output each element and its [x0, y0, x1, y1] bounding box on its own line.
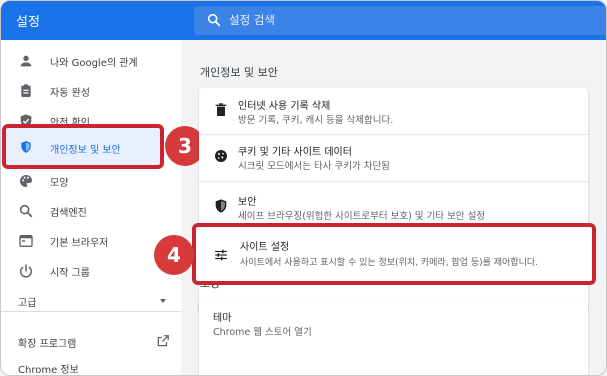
- sidebar-item-label: 자동 완성: [50, 88, 90, 99]
- search-icon: [19, 204, 33, 218]
- search-icon: [207, 13, 221, 27]
- cookie-icon: [215, 150, 227, 162]
- row-title: 쿠키 및 기타 사이트 데이터: [238, 147, 352, 158]
- appearance-card: 테마 Chrome 웹 스토어 열기: [199, 300, 588, 375]
- sidebar-item-search-engine[interactable]: 검색엔진: [1, 196, 181, 226]
- person-icon: [20, 55, 32, 67]
- row-description: Chrome 웹 스토어 열기: [213, 327, 312, 338]
- sidebar-item-label: 모양: [50, 178, 69, 189]
- open-in-new-icon: [157, 335, 169, 347]
- settings-window: 설정 설정 검색 나와 Google의 관계 자동 완성 모양 검색엔진 기본 …: [0, 0, 607, 376]
- sidebar-item-autofill[interactable]: 자동 완성: [1, 76, 181, 106]
- row-title: 보안: [238, 197, 257, 208]
- power-icon: [20, 264, 32, 278]
- sidebar-item-appearance[interactable]: 모양: [1, 166, 181, 196]
- trash-icon: [215, 103, 227, 116]
- step-4-badge: 4: [154, 235, 194, 275]
- row-title: 테마: [213, 313, 232, 324]
- sidebar-item-label: 시작 그룹: [50, 268, 90, 279]
- chevron-down-icon: [160, 299, 166, 303]
- sidebar-item-you-and-google[interactable]: 나와 Google의 관계: [1, 46, 181, 76]
- cookies-row[interactable]: 쿠키 및 기타 사이트 데이터 시크릿 모드에서는 타사 쿠키가 차단됨: [199, 136, 588, 180]
- site-settings-row[interactable]: 사이트 설정 사이트에서 사용하고 표시할 수 있는 정보(위치, 카메라, 팝…: [192, 223, 596, 285]
- search-placeholder: 설정 검색: [229, 13, 275, 27]
- row-title: 사이트 설정: [240, 242, 290, 253]
- sidebar: 나와 Google의 관계 자동 완성 안전 확인 모양: [1, 40, 181, 376]
- sidebar-item-about-chrome[interactable]: Chrome 정보: [1, 353, 181, 376]
- browser-icon: [19, 235, 33, 247]
- row-description: 시크릿 모드에서는 타사 쿠키가 차단됨: [238, 161, 390, 172]
- shield-icon: [215, 199, 227, 213]
- theme-row[interactable]: 테마 Chrome 웹 스토어 열기: [199, 302, 588, 346]
- sidebar-item-label: 기본 브라우저: [50, 238, 109, 249]
- row-title: 인터넷 사용 기록 삭제: [238, 101, 331, 112]
- sidebar-item-privacy-security[interactable]: 개인정보 및 보안: [2, 124, 164, 169]
- sidebar-item-label: 검색엔진: [50, 208, 87, 219]
- privacy-section-title: 개인정보 및 보안: [200, 66, 278, 79]
- search-input[interactable]: 설정 검색: [194, 6, 606, 35]
- palette-icon: [20, 175, 32, 187]
- shield-icon: [21, 141, 31, 153]
- row-description: 사이트에서 사용하고 표시할 수 있는 정보(위치, 카메라, 팝업 등)를 제…: [240, 258, 539, 268]
- top-bar: 설정 설정 검색: [1, 1, 606, 40]
- row-description: 세이프 브라우징(위험한 사이트로부터 보호) 및 기타 보안 설정: [238, 211, 486, 222]
- row-divider: [199, 181, 588, 182]
- clear-browsing-data-row[interactable]: 인터넷 사용 기록 삭제 방문 기록, 쿠키, 캐시 등을 삭제합니다.: [199, 90, 588, 134]
- clipboard-icon: [21, 84, 31, 97]
- sidebar-item-label: 개인정보 및 보안: [50, 145, 121, 156]
- row-description: 방문 기록, 쿠키, 캐시 등을 삭제합니다.: [238, 115, 394, 126]
- sliders-icon: [215, 249, 227, 261]
- sidebar-divider: [1, 311, 181, 312]
- sidebar-extensions-label: 확장 프로그램: [18, 339, 77, 350]
- row-divider: [199, 134, 588, 135]
- sidebar-about-label: Chrome 정보: [18, 365, 79, 376]
- sidebar-item-label: 나와 Google의 관계: [50, 58, 138, 69]
- sidebar-advanced-label: 고급: [18, 298, 37, 309]
- app-title: 설정: [16, 15, 40, 30]
- main-content: 개인정보 및 보안 인터넷 사용 기록 삭제 방문 기록, 쿠키, 캐시 등을 …: [182, 40, 606, 375]
